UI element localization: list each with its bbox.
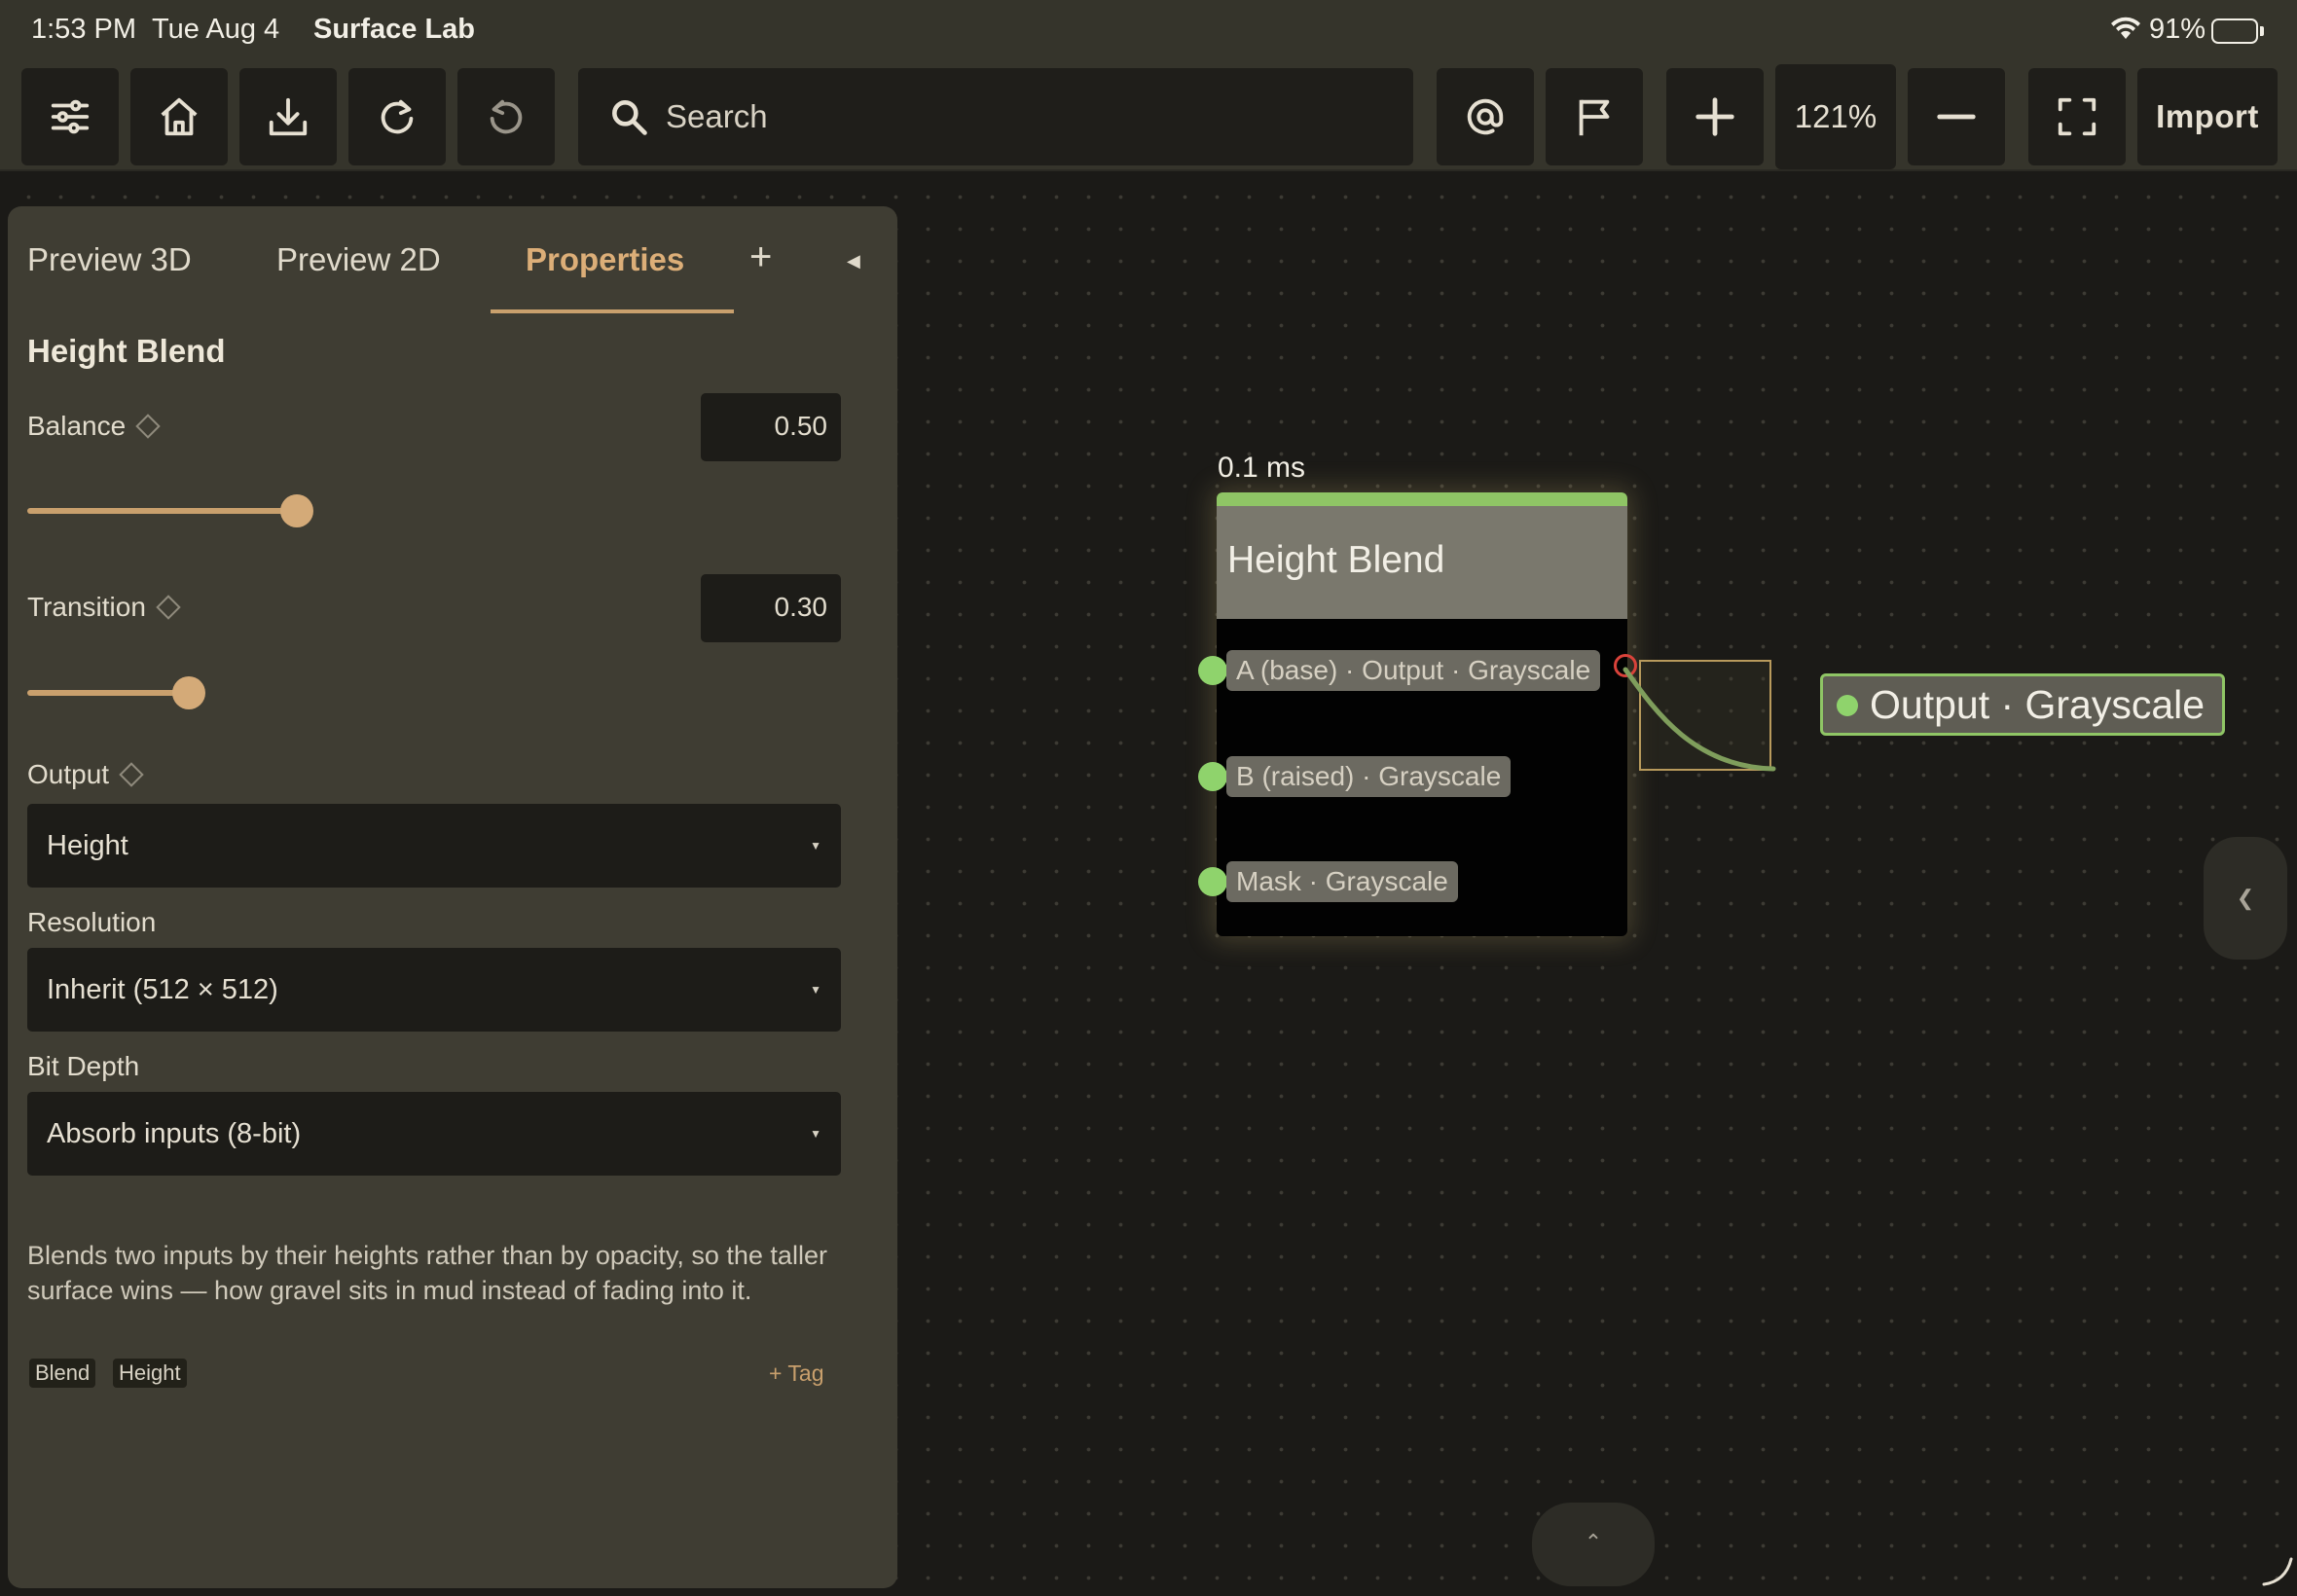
minus-icon — [1937, 114, 1976, 120]
collapse-panel-icon[interactable]: ◀ — [847, 251, 860, 272]
search-bar[interactable] — [578, 68, 1413, 165]
home-icon — [161, 97, 198, 136]
properties-panel: Preview 3D Preview 2D Properties + ◀ Hei… — [8, 206, 897, 1588]
wifi-icon — [2110, 16, 2141, 49]
at-sign-icon — [1467, 98, 1504, 135]
tab-properties[interactable]: Properties — [526, 241, 684, 278]
add-tab-button[interactable]: + — [749, 236, 772, 279]
output-node[interactable]: Output · Grayscale — [1820, 673, 2225, 736]
home-button[interactable] — [130, 68, 228, 165]
undo-button[interactable] — [457, 68, 555, 165]
balance-value-field[interactable]: 0.50 — [701, 393, 841, 461]
tab-preview-2d[interactable]: Preview 2D — [276, 241, 441, 278]
input-port-a[interactable] — [1198, 656, 1227, 685]
battery-icon — [2211, 18, 2264, 44]
tab-preview-3d[interactable]: Preview 3D — [27, 241, 192, 278]
bit-depth-label: Bit Depth — [27, 1051, 139, 1082]
node-timing: 0.1 ms — [1218, 452, 1306, 484]
fit-view-button[interactable] — [2028, 68, 2126, 165]
resolution-label: Resolution — [27, 907, 156, 938]
keyframe-diamond-icon[interactable] — [119, 762, 144, 787]
output-dropdown[interactable]: Height ▼ — [27, 804, 841, 888]
height-blend-node[interactable]: Height Blend A (base) · Output · Graysca… — [1198, 492, 1637, 936]
status-time: 1:53 PM — [31, 14, 136, 45]
transition-slider-track[interactable] — [27, 690, 190, 696]
node-header-title[interactable]: Height Blend — [1217, 506, 1627, 619]
output-dropdown-value: Height — [47, 829, 128, 861]
settings-button[interactable] — [21, 68, 119, 165]
download-icon — [269, 97, 308, 136]
connection-wire — [1622, 667, 1776, 772]
port-label-b: B (raised) · Grayscale — [1226, 756, 1512, 797]
keyframe-diamond-icon[interactable] — [135, 414, 161, 439]
bottom-drawer-handle[interactable]: ⌃ — [1532, 1503, 1655, 1586]
transition-slider-thumb[interactable] — [172, 676, 206, 709]
search-input[interactable] — [666, 98, 1386, 135]
port-label-mask: Mask · Grayscale — [1226, 861, 1458, 902]
sliders-icon — [51, 99, 90, 134]
undo-icon — [490, 99, 523, 134]
output-node-label: Output · Grayscale — [1870, 681, 2206, 727]
port-label-a: A (base) · Output · Grayscale — [1226, 650, 1601, 691]
app-title: Surface Lab — [313, 14, 475, 45]
dropdown-caret-icon: ▼ — [810, 983, 821, 997]
input-port-b[interactable] — [1198, 762, 1227, 791]
bit-depth-label-text: Bit Depth — [27, 1051, 140, 1081]
resize-grip-icon[interactable] — [2260, 1553, 2293, 1586]
redo-button[interactable] — [348, 68, 446, 165]
transition-label-text: Transition — [27, 592, 146, 622]
zoom-out-button[interactable] — [1908, 68, 2005, 165]
balance-label-text: Balance — [27, 411, 127, 441]
node-description: Blends two inputs by their heights rathe… — [27, 1241, 827, 1305]
node-status-bar — [1217, 492, 1627, 506]
status-date: Tue Aug 4 — [152, 14, 280, 45]
search-icon — [612, 100, 647, 135]
input-port-mask[interactable] — [1198, 867, 1227, 896]
transition-value-field[interactable]: 0.30 — [701, 574, 841, 642]
download-button[interactable] — [239, 68, 337, 165]
tag-blend[interactable]: Blend — [29, 1359, 96, 1388]
status-bar: 1:53 PM Tue Aug 4 Surface Lab 91% — [0, 0, 2297, 62]
bit-depth-dropdown[interactable]: Absorb inputs (8-bit) ▼ — [27, 1092, 841, 1176]
plus-icon — [1695, 97, 1734, 136]
dropdown-caret-icon: ▼ — [810, 839, 821, 852]
output-label: Output — [27, 759, 144, 790]
import-button[interactable]: Import — [2137, 68, 2278, 165]
zoom-level[interactable]: 121% — [1775, 64, 1896, 169]
node-title: Height Blend — [27, 333, 226, 369]
flag-icon — [1579, 99, 1610, 136]
resolution-dropdown[interactable]: Inherit (512 × 512) ▼ — [27, 948, 841, 1032]
at-button[interactable] — [1437, 68, 1534, 165]
toolbar: 121% Import — [0, 62, 2297, 171]
fullscreen-icon — [2058, 97, 2096, 136]
resolution-dropdown-value: Inherit (512 × 512) — [47, 973, 278, 1005]
tag-height[interactable]: Height — [113, 1359, 187, 1388]
chevron-up-icon: ⌃ — [1584, 1530, 1603, 1554]
transition-label: Transition — [27, 592, 181, 623]
output-label-text: Output — [27, 759, 110, 789]
keyframe-diamond-icon[interactable] — [156, 595, 181, 620]
right-drawer-handle[interactable]: ❮ — [2204, 837, 2287, 960]
active-tab-indicator — [491, 309, 734, 313]
chevron-left-icon: ❮ — [2236, 886, 2255, 910]
redo-icon — [381, 99, 414, 134]
balance-slider-thumb[interactable] — [279, 494, 313, 527]
bit-depth-dropdown-value: Absorb inputs (8-bit) — [47, 1117, 302, 1149]
battery-percent: 91% — [2149, 14, 2206, 45]
balance-label: Balance — [27, 411, 161, 442]
balance-slider-track[interactable] — [27, 508, 297, 514]
add-tag-button[interactable]: + Tag — [769, 1360, 824, 1387]
output-node-port[interactable] — [1837, 695, 1858, 716]
flag-button[interactable] — [1546, 68, 1643, 165]
zoom-in-button[interactable] — [1666, 68, 1764, 165]
resolution-label-text: Resolution — [27, 907, 157, 937]
dropdown-caret-icon: ▼ — [810, 1127, 821, 1141]
